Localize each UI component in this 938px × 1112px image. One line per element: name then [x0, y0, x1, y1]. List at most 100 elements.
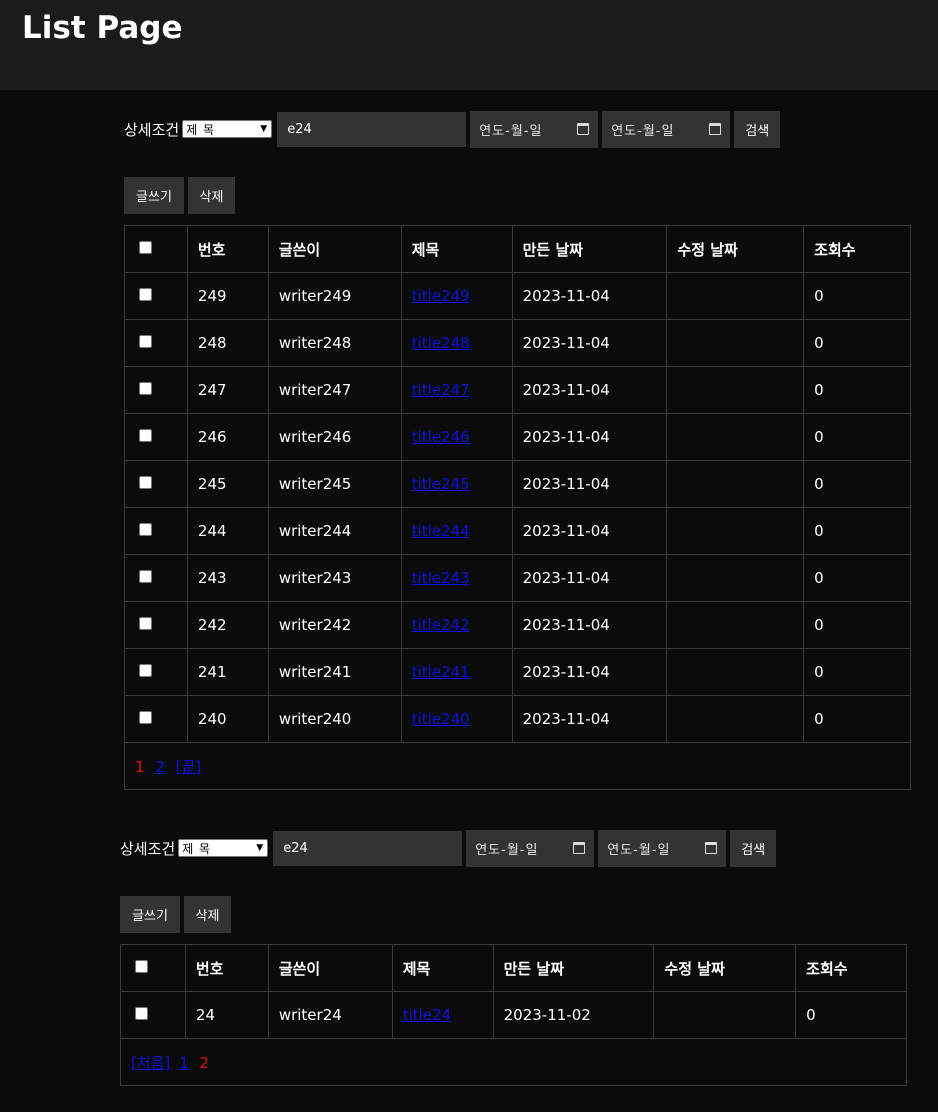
title-cell: title246: [400, 413, 513, 461]
table-row: 244 writer244 title244 2023-11-04 0: [124, 507, 911, 555]
search-button[interactable]: 검색: [734, 110, 781, 148]
title-link[interactable]: title249: [412, 287, 470, 305]
page-link[interactable]: 2: [155, 758, 165, 776]
created-date-cell: 2023-11-04: [511, 648, 668, 696]
writer-cell: writer247: [267, 366, 402, 414]
updated-date-cell: [666, 460, 805, 508]
title-link[interactable]: title246: [412, 428, 470, 446]
updated-date-cell: [666, 695, 805, 743]
select-all-cell: [124, 225, 188, 273]
page-link-first[interactable]: [처음]: [131, 1054, 170, 1072]
writer-cell: writer240: [267, 695, 402, 743]
table-row: 24 writer24 title24 2023-11-02 0: [120, 991, 907, 1039]
row-checkbox[interactable]: [139, 476, 152, 489]
table-row: 247 writer247 title247 2023-11-04 0: [124, 366, 911, 414]
row-checkbox[interactable]: [139, 382, 152, 395]
created-date-cell: 2023-11-04: [511, 554, 668, 602]
created-date-cell: 2023-11-04: [511, 413, 668, 461]
number-cell: 242: [186, 601, 269, 649]
title-cell: title241: [400, 648, 513, 696]
search-type-select[interactable]: 제 목 ▼: [178, 839, 269, 857]
column-header: 제목: [400, 225, 513, 273]
created-date-cell: 2023-11-04: [511, 460, 668, 508]
title-link[interactable]: title242: [412, 616, 470, 634]
number-cell: 248: [186, 319, 269, 367]
write-button[interactable]: 글쓰기: [124, 177, 184, 214]
post-table: 번호 글쓴이 제목 만든 날짜 수정 날짜 조회수 24 writer24 titl…: [120, 944, 907, 1086]
write-button[interactable]: 글쓰기: [120, 896, 180, 933]
created-date-cell: 2023-11-04: [511, 319, 668, 367]
table-row: 240 writer240 title240 2023-11-04 0: [124, 695, 911, 743]
row-select-cell: [124, 413, 188, 461]
title-link[interactable]: title241: [412, 663, 470, 681]
row-checkbox[interactable]: [139, 335, 152, 348]
page-link[interactable]: 1: [179, 1054, 189, 1072]
select-all-checkbox[interactable]: [139, 241, 152, 254]
date-from-input[interactable]: 연도-월-일: [466, 829, 595, 867]
title-link[interactable]: title240: [412, 710, 470, 728]
updated-date-cell: [653, 991, 797, 1039]
number-cell: 240: [186, 695, 269, 743]
row-select-cell: [124, 554, 188, 602]
row-checkbox[interactable]: [139, 570, 152, 583]
row-checkbox[interactable]: [139, 523, 152, 536]
created-date-cell: 2023-11-04: [511, 507, 668, 555]
column-header: 글쓴이: [267, 225, 402, 273]
search-bar: 상세조건 제 목 ▼ e24 연도-월-일 연도-월-일 검색: [124, 110, 781, 148]
views-cell: 0: [803, 554, 911, 602]
created-date-cell: 2023-11-04: [511, 272, 668, 320]
row-checkbox[interactable]: [139, 288, 152, 301]
calendar-icon[interactable]: [577, 123, 590, 135]
date-to-input[interactable]: 연도-월-일: [598, 829, 727, 867]
views-cell: 0: [803, 507, 911, 555]
calendar-icon[interactable]: [709, 123, 722, 135]
updated-date-cell: [666, 366, 805, 414]
title-link[interactable]: title248: [412, 334, 470, 352]
row-checkbox[interactable]: [139, 617, 152, 630]
page-link-last[interactable]: [끝]: [176, 758, 202, 776]
calendar-icon[interactable]: [573, 842, 586, 854]
search-input[interactable]: e24: [273, 830, 463, 866]
select-all-checkbox[interactable]: [135, 960, 148, 973]
number-cell: 249: [186, 272, 269, 320]
title-cell: title245: [400, 460, 513, 508]
column-header: 만든 날짜: [492, 944, 655, 992]
select-all-cell: [120, 944, 186, 992]
title-link[interactable]: title244: [412, 522, 470, 540]
views-cell: 0: [803, 413, 911, 461]
writer-cell: writer246: [267, 413, 402, 461]
delete-button[interactable]: 삭제: [188, 177, 235, 214]
title-link[interactable]: title247: [412, 381, 470, 399]
row-checkbox[interactable]: [139, 711, 152, 724]
row-select-cell: [124, 695, 188, 743]
title-link[interactable]: title24: [403, 1006, 451, 1024]
title-link[interactable]: title245: [412, 475, 470, 493]
page-link-current: 2: [199, 1053, 209, 1072]
title-link[interactable]: title243: [412, 569, 470, 587]
search-type-select[interactable]: 제 목 ▼: [182, 120, 273, 138]
date-from-input[interactable]: 연도-월-일: [470, 110, 599, 148]
row-select-cell: [124, 648, 188, 696]
number-cell: 246: [186, 413, 269, 461]
row-checkbox[interactable]: [139, 429, 152, 442]
post-table: 번호 글쓴이 제목 만든 날짜 수정 날짜 조회수 249 writer249 ti…: [124, 225, 911, 790]
updated-date-cell: [666, 319, 805, 367]
row-checkbox[interactable]: [135, 1007, 148, 1020]
column-header: 만든 날짜: [511, 225, 668, 273]
number-cell: 247: [186, 366, 269, 414]
table-header-row: 번호 글쓴이 제목 만든 날짜 수정 날짜 조회수: [120, 944, 907, 992]
calendar-icon[interactable]: [705, 842, 718, 854]
search-input[interactable]: e24: [277, 111, 467, 147]
delete-button[interactable]: 삭제: [184, 896, 231, 933]
row-checkbox[interactable]: [139, 664, 152, 677]
search-button[interactable]: 검색: [730, 829, 777, 867]
title-cell: title243: [400, 554, 513, 602]
chevron-down-icon: ▼: [256, 843, 265, 853]
views-cell: 0: [803, 366, 911, 414]
pagination: 1 2 [끝]: [124, 742, 911, 790]
updated-date-cell: [666, 648, 805, 696]
row-select-cell: [124, 507, 188, 555]
page-header: List Page: [0, 0, 938, 90]
date-to-input[interactable]: 연도-월-일: [602, 110, 731, 148]
table-row: 246 writer246 title246 2023-11-04 0: [124, 413, 911, 461]
